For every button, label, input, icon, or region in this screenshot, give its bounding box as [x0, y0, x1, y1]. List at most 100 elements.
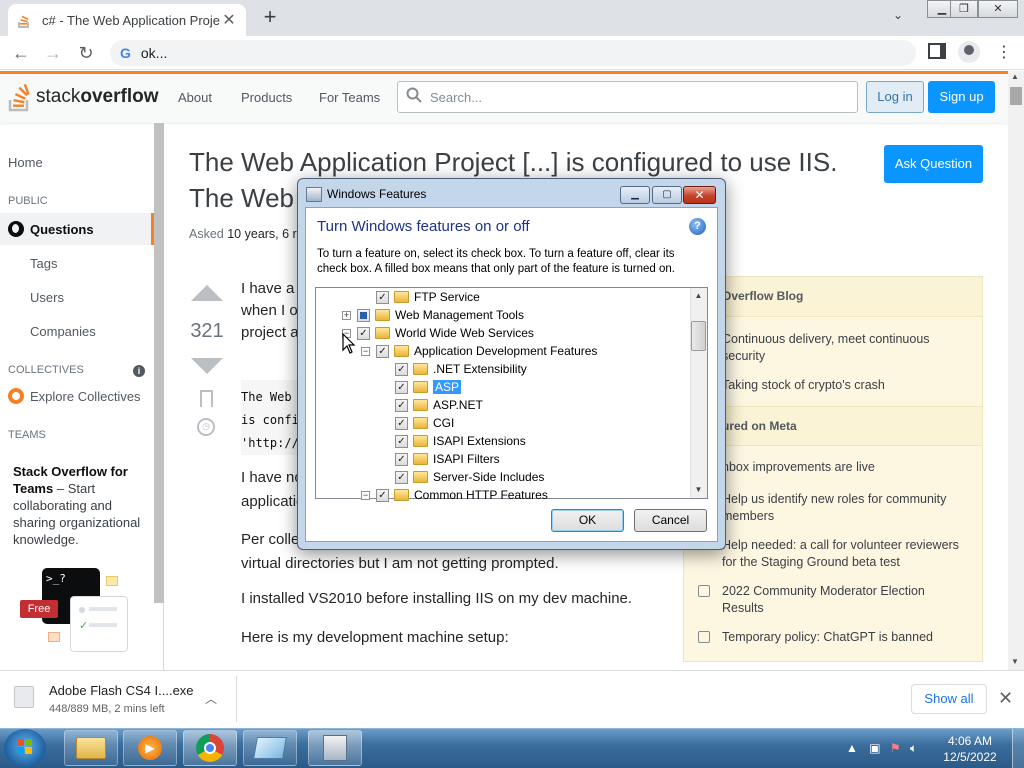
- downvote-arrow-icon[interactable]: [191, 358, 223, 374]
- meta-item-1[interactable]: nbox improvements are live: [722, 459, 962, 476]
- folder-icon: [394, 345, 409, 357]
- meta-item-5[interactable]: Temporary policy: ChatGPT is banned: [722, 629, 962, 646]
- menu-kebab-icon[interactable]: ⋮: [996, 42, 1012, 62]
- page-scrollbar[interactable]: [1008, 71, 1024, 670]
- meta-item-2[interactable]: Help us identify new roles for community…: [722, 491, 962, 525]
- back-icon[interactable]: ←: [8, 40, 34, 66]
- action-center-icon[interactable]: ⚑: [890, 741, 901, 755]
- meta-item-4[interactable]: 2022 Community Moderator Election Result…: [722, 583, 962, 617]
- feature-row[interactable]: ✓ ISAPI Extensions: [380, 432, 526, 450]
- forward-icon[interactable]: →: [40, 40, 66, 66]
- feature-row[interactable]: ✓ Server-Side Includes: [380, 468, 544, 486]
- window-restore-button[interactable]: ❐: [950, 0, 978, 18]
- cancel-button[interactable]: Cancel: [634, 509, 707, 532]
- show-all-button[interactable]: Show all: [911, 684, 987, 714]
- nav-about[interactable]: About: [178, 90, 212, 105]
- meta-item-3[interactable]: Help needed: a call for volunteer review…: [722, 537, 962, 571]
- nav-users[interactable]: Users: [30, 290, 64, 305]
- start-orb-icon[interactable]: [4, 729, 46, 767]
- close-icon[interactable]: ✕: [998, 688, 1013, 709]
- reload-icon[interactable]: ↻: [73, 40, 99, 66]
- help-icon[interactable]: ?: [689, 218, 706, 235]
- feature-checkbox[interactable]: ✓: [395, 380, 408, 394]
- windows-features-task-icon[interactable]: [308, 730, 362, 766]
- nav-explore-collectives[interactable]: Explore Collectives: [8, 388, 141, 404]
- left-sidebar-scrollbar[interactable]: [154, 123, 164, 603]
- address-bar[interactable]: G ok...: [110, 40, 916, 66]
- chevron-up-icon[interactable]: ︿: [205, 690, 217, 707]
- feature-checkbox[interactable]: ✓: [376, 290, 389, 304]
- nav-questions[interactable]: Questions: [8, 221, 94, 237]
- chrome-icon[interactable]: [183, 730, 237, 766]
- history-icon[interactable]: ◷: [197, 418, 215, 436]
- volume-icon[interactable]: 🔈︎: [910, 741, 917, 755]
- nav-tags[interactable]: Tags: [30, 256, 57, 271]
- upvote-arrow-icon[interactable]: [191, 285, 223, 301]
- feature-row[interactable]: ✓ .NET Extensibility: [380, 360, 527, 378]
- feature-row[interactable]: − ✓ Common HTTP Features: [361, 486, 548, 504]
- profile-avatar-icon[interactable]: [958, 41, 980, 63]
- feature-checkbox[interactable]: ✓: [376, 488, 389, 502]
- dialog-maximize-button[interactable]: ▢: [652, 186, 682, 204]
- blog-item-1[interactable]: Continuous delivery, meet continuous sec…: [722, 331, 962, 365]
- feature-checkbox[interactable]: ✓: [395, 452, 408, 466]
- tree-scrollbar[interactable]: [690, 288, 707, 498]
- side-panel-icon[interactable]: [928, 43, 946, 59]
- signup-button[interactable]: Sign up: [928, 81, 995, 113]
- explorer-icon[interactable]: [64, 730, 118, 766]
- tree-scroll-thumb[interactable]: [691, 321, 706, 351]
- login-button[interactable]: Log in: [866, 81, 924, 113]
- nav-companies[interactable]: Companies: [30, 324, 96, 339]
- free-badge: Free: [20, 600, 58, 618]
- feature-row[interactable]: + Web Management Tools: [342, 306, 524, 324]
- feature-row[interactable]: − ✓ World Wide Web Services: [342, 324, 534, 342]
- tab-close-icon[interactable]: ✕: [220, 10, 238, 30]
- scroll-up-arrow-icon[interactable]: ▲: [1011, 72, 1019, 81]
- network-icon[interactable]: ▣: [869, 741, 880, 755]
- feature-checkbox[interactable]: [357, 308, 370, 322]
- feature-row[interactable]: − ✓ Application Development Features: [361, 342, 597, 360]
- browser-tab[interactable]: c# - The Web Application Project [...] i…: [8, 4, 246, 36]
- window-close-button[interactable]: ✕: [978, 0, 1018, 18]
- feature-row[interactable]: ✓ ISAPI Filters: [380, 450, 500, 468]
- tree-scroll-up-icon[interactable]: ▲: [691, 289, 706, 303]
- nav-for-teams[interactable]: For Teams: [319, 90, 380, 105]
- feature-row[interactable]: ✓ CGI: [380, 414, 454, 432]
- ask-question-button[interactable]: Ask Question: [884, 145, 983, 183]
- feature-checkbox[interactable]: ✓: [357, 326, 370, 340]
- collapse-icon[interactable]: −: [361, 490, 370, 500]
- feature-checkbox[interactable]: ✓: [395, 470, 408, 484]
- bookmark-icon[interactable]: [200, 390, 213, 407]
- page-scroll-thumb[interactable]: [1010, 87, 1022, 105]
- nav-products[interactable]: Products: [241, 90, 292, 105]
- expand-icon[interactable]: +: [342, 310, 351, 320]
- globe-icon: [8, 221, 24, 237]
- taskbar-clock[interactable]: 4:06 AM 12/5/2022: [940, 733, 1000, 765]
- scroll-down-arrow-icon[interactable]: ▼: [1011, 657, 1019, 666]
- feature-row[interactable]: ✓ ASP: [380, 378, 462, 396]
- tab-search-chevron-icon[interactable]: ⌄: [893, 8, 903, 22]
- tray-overflow-icon[interactable]: ▲: [846, 741, 858, 755]
- feature-checkbox[interactable]: ✓: [395, 398, 408, 412]
- download-filename[interactable]: Adobe Flash CS4 I....exe: [49, 683, 194, 698]
- tree-scroll-down-icon[interactable]: ▼: [691, 483, 706, 497]
- dialog-minimize-button[interactable]: ▁: [620, 186, 650, 204]
- dialog-close-button[interactable]: ✕: [683, 186, 716, 204]
- ok-button[interactable]: OK: [551, 509, 624, 532]
- search-input[interactable]: Search...: [397, 81, 858, 113]
- feature-row[interactable]: ✓ ASP.NET: [380, 396, 483, 414]
- show-desktop-button[interactable]: [1012, 729, 1024, 768]
- info-icon[interactable]: i: [133, 365, 145, 377]
- blog-item-2[interactable]: Taking stock of crypto's crash: [722, 377, 962, 394]
- feature-checkbox[interactable]: ✓: [395, 434, 408, 448]
- feature-checkbox[interactable]: ✓: [376, 344, 389, 358]
- new-tab-button[interactable]: +: [258, 6, 282, 30]
- media-player-icon[interactable]: ▶: [123, 730, 177, 766]
- nav-home[interactable]: Home: [8, 155, 43, 170]
- collapse-icon[interactable]: −: [361, 346, 370, 356]
- control-panel-icon[interactable]: [243, 730, 297, 766]
- feature-checkbox[interactable]: ✓: [395, 362, 408, 376]
- so-logo[interactable]: stackoverflow: [8, 82, 158, 112]
- feature-checkbox[interactable]: ✓: [395, 416, 408, 430]
- feature-row[interactable]: ✓ FTP Service: [361, 288, 480, 306]
